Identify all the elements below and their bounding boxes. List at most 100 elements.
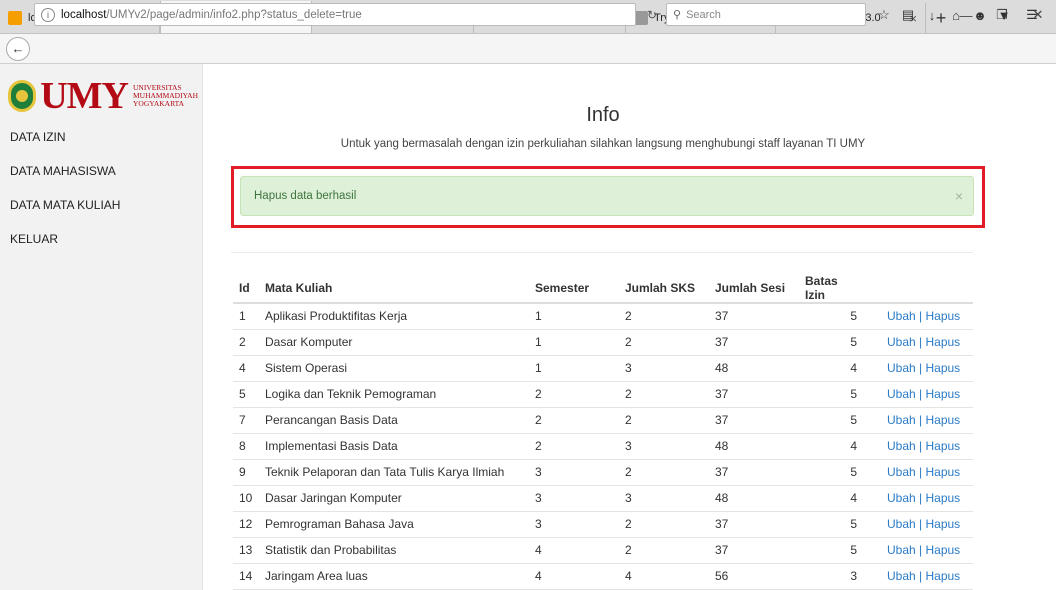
cell-id: 5 <box>233 380 259 407</box>
umy-logo[interactable]: UMY UNIVERSITAS MUHAMMADIYAH YOGYAKARTA <box>8 75 198 117</box>
pocket-icon[interactable]: ▼ <box>994 4 1014 26</box>
pma-icon <box>8 11 22 25</box>
cell-semester: 4 <box>529 562 619 589</box>
divider <box>231 252 973 253</box>
cell-jumlah-sesi: 48 <box>709 432 799 459</box>
main-content: Info Untuk yang bermasalah dengan izin p… <box>203 64 1056 590</box>
cell-actions: Ubah | Hapus <box>863 328 973 355</box>
cell-id: 8 <box>233 432 259 459</box>
edit-link[interactable]: Ubah <box>887 309 916 323</box>
table-row: 13 Statistik dan Probabilitas 4 2 37 5 Ubah | … <box>233 536 973 563</box>
cell-actions: Ubah | Hapus <box>863 302 973 329</box>
cell-semester: 2 <box>529 406 619 433</box>
bookmark-star-icon[interactable]: ☆ <box>874 4 894 26</box>
header-mata-kuliah: Mata Kuliah <box>259 274 529 304</box>
cell-jumlah-sesi: 48 <box>709 354 799 381</box>
cell-actions: Ubah | Hapus <box>863 562 973 589</box>
sidebar-item-data-izin[interactable]: DATA IZIN <box>10 128 120 162</box>
cell-batas-izin: 5 <box>799 458 863 485</box>
cell-actions: Ubah | Hapus <box>863 406 973 433</box>
edit-link[interactable]: Ubah <box>887 439 916 453</box>
search-icon: ⚲ <box>673 9 682 21</box>
cell-batas-izin: 4 <box>799 354 863 381</box>
url-host: localhost <box>61 8 107 21</box>
edit-link[interactable]: Ubah <box>887 335 916 349</box>
delete-link[interactable]: Hapus <box>925 387 960 401</box>
edit-link[interactable]: Ubah <box>887 361 916 375</box>
sidebar: UMY UNIVERSITAS MUHAMMADIYAH YOGYAKARTA … <box>0 64 203 590</box>
address-bar[interactable]: i localhost /UMYv2/page/admin/info2.php?… <box>34 3 636 26</box>
table-row: 12 Pemrograman Bahasa Java 3 2 37 5 Ubah | Hap… <box>233 510 973 537</box>
edit-link[interactable]: Ubah <box>887 517 916 531</box>
home-icon[interactable]: ⌂ <box>946 4 966 26</box>
table-row: 14 Jaringam Area luas 4 4 56 3 Ubah | Hapus <box>233 562 973 589</box>
link-separator: | <box>915 517 926 531</box>
success-alert: Hapus data berhasil × <box>240 176 974 216</box>
edit-link[interactable]: Ubah <box>887 543 916 557</box>
edit-link[interactable]: Ubah <box>887 491 916 505</box>
cell-jumlah-sesi: 37 <box>709 302 799 329</box>
cell-semester: 3 <box>529 484 619 511</box>
cell-actions: Ubah | Hapus <box>863 536 973 563</box>
cell-id: 2 <box>233 328 259 355</box>
cell-batas-izin: 5 <box>799 536 863 563</box>
cell-mata-kuliah: Pemrograman Bahasa Java <box>259 510 529 537</box>
download-icon[interactable]: ↓ <box>922 4 942 26</box>
link-separator: | <box>915 543 926 557</box>
cell-jumlah-sks: 2 <box>619 510 709 537</box>
cell-mata-kuliah: Dasar Komputer <box>259 328 529 355</box>
table-row: 1 Aplikasi Produktifitas Kerja 1 2 37 5 Ubah |… <box>233 302 973 329</box>
sidebar-item-keluar[interactable]: KELUAR <box>10 230 120 264</box>
link-separator: | <box>915 361 926 375</box>
page-title: Info <box>586 104 620 126</box>
search-input[interactable]: ⚲ Search <box>666 3 866 26</box>
cell-semester: 4 <box>529 536 619 563</box>
edit-link[interactable]: Ubah <box>887 413 916 427</box>
cell-id: 13 <box>233 536 259 563</box>
menu-icon[interactable]: ☰ <box>1022 4 1042 26</box>
edit-link[interactable]: Ubah <box>887 569 916 583</box>
cell-jumlah-sesi: 37 <box>709 536 799 563</box>
delete-link[interactable]: Hapus <box>925 361 960 375</box>
edit-link[interactable]: Ubah <box>887 387 916 401</box>
delete-link[interactable]: Hapus <box>925 465 960 479</box>
cell-mata-kuliah: Sistem Operasi <box>259 354 529 381</box>
cell-mata-kuliah: Perancangan Basis Data <box>259 406 529 433</box>
cell-jumlah-sesi: 37 <box>709 510 799 537</box>
cell-batas-izin: 5 <box>799 302 863 329</box>
cell-jumlah-sesi: 56 <box>709 562 799 589</box>
alert-close-icon[interactable]: × <box>955 188 963 204</box>
cell-batas-izin: 5 <box>799 510 863 537</box>
cell-batas-izin: 4 <box>799 484 863 511</box>
logo-text: UMY <box>40 75 129 117</box>
emoji-icon[interactable]: ☻ <box>970 4 990 26</box>
cell-jumlah-sks: 2 <box>619 328 709 355</box>
info-icon[interactable]: i <box>41 7 55 22</box>
reading-list-icon[interactable]: ▤ <box>898 4 918 26</box>
cell-mata-kuliah: Logika dan Teknik Pemograman <box>259 380 529 407</box>
edit-link[interactable]: Ubah <box>887 465 916 479</box>
link-separator: | <box>915 387 926 401</box>
delete-link[interactable]: Hapus <box>925 517 960 531</box>
back-button[interactable]: ← <box>6 36 30 61</box>
delete-link[interactable]: Hapus <box>925 335 960 349</box>
delete-link[interactable]: Hapus <box>925 569 960 583</box>
sidebar-item-data-mahasiswa[interactable]: DATA MAHASISWA <box>10 162 120 196</box>
cell-actions: Ubah | Hapus <box>863 510 973 537</box>
delete-link[interactable]: Hapus <box>925 413 960 427</box>
delete-link[interactable]: Hapus <box>925 491 960 505</box>
delete-link[interactable]: Hapus <box>925 309 960 323</box>
link-separator: | <box>915 439 926 453</box>
cell-mata-kuliah: Implementasi Basis Data <box>259 432 529 459</box>
link-separator: | <box>915 309 926 324</box>
delete-link[interactable]: Hapus <box>925 439 960 453</box>
cell-jumlah-sesi: 37 <box>709 380 799 407</box>
cell-actions: Ubah | Hapus <box>863 354 973 381</box>
delete-link[interactable]: Hapus <box>925 543 960 557</box>
cell-semester: 1 <box>529 328 619 355</box>
sidebar-menu: DATA IZIN DATA MAHASISWA DATA MATA KULIA… <box>10 128 120 264</box>
reload-icon[interactable]: ↻ <box>640 3 664 26</box>
header-actions <box>863 274 973 304</box>
cell-jumlah-sks: 2 <box>619 458 709 485</box>
sidebar-item-data-mata-kuliah[interactable]: DATA MATA KULIAH <box>10 196 120 230</box>
